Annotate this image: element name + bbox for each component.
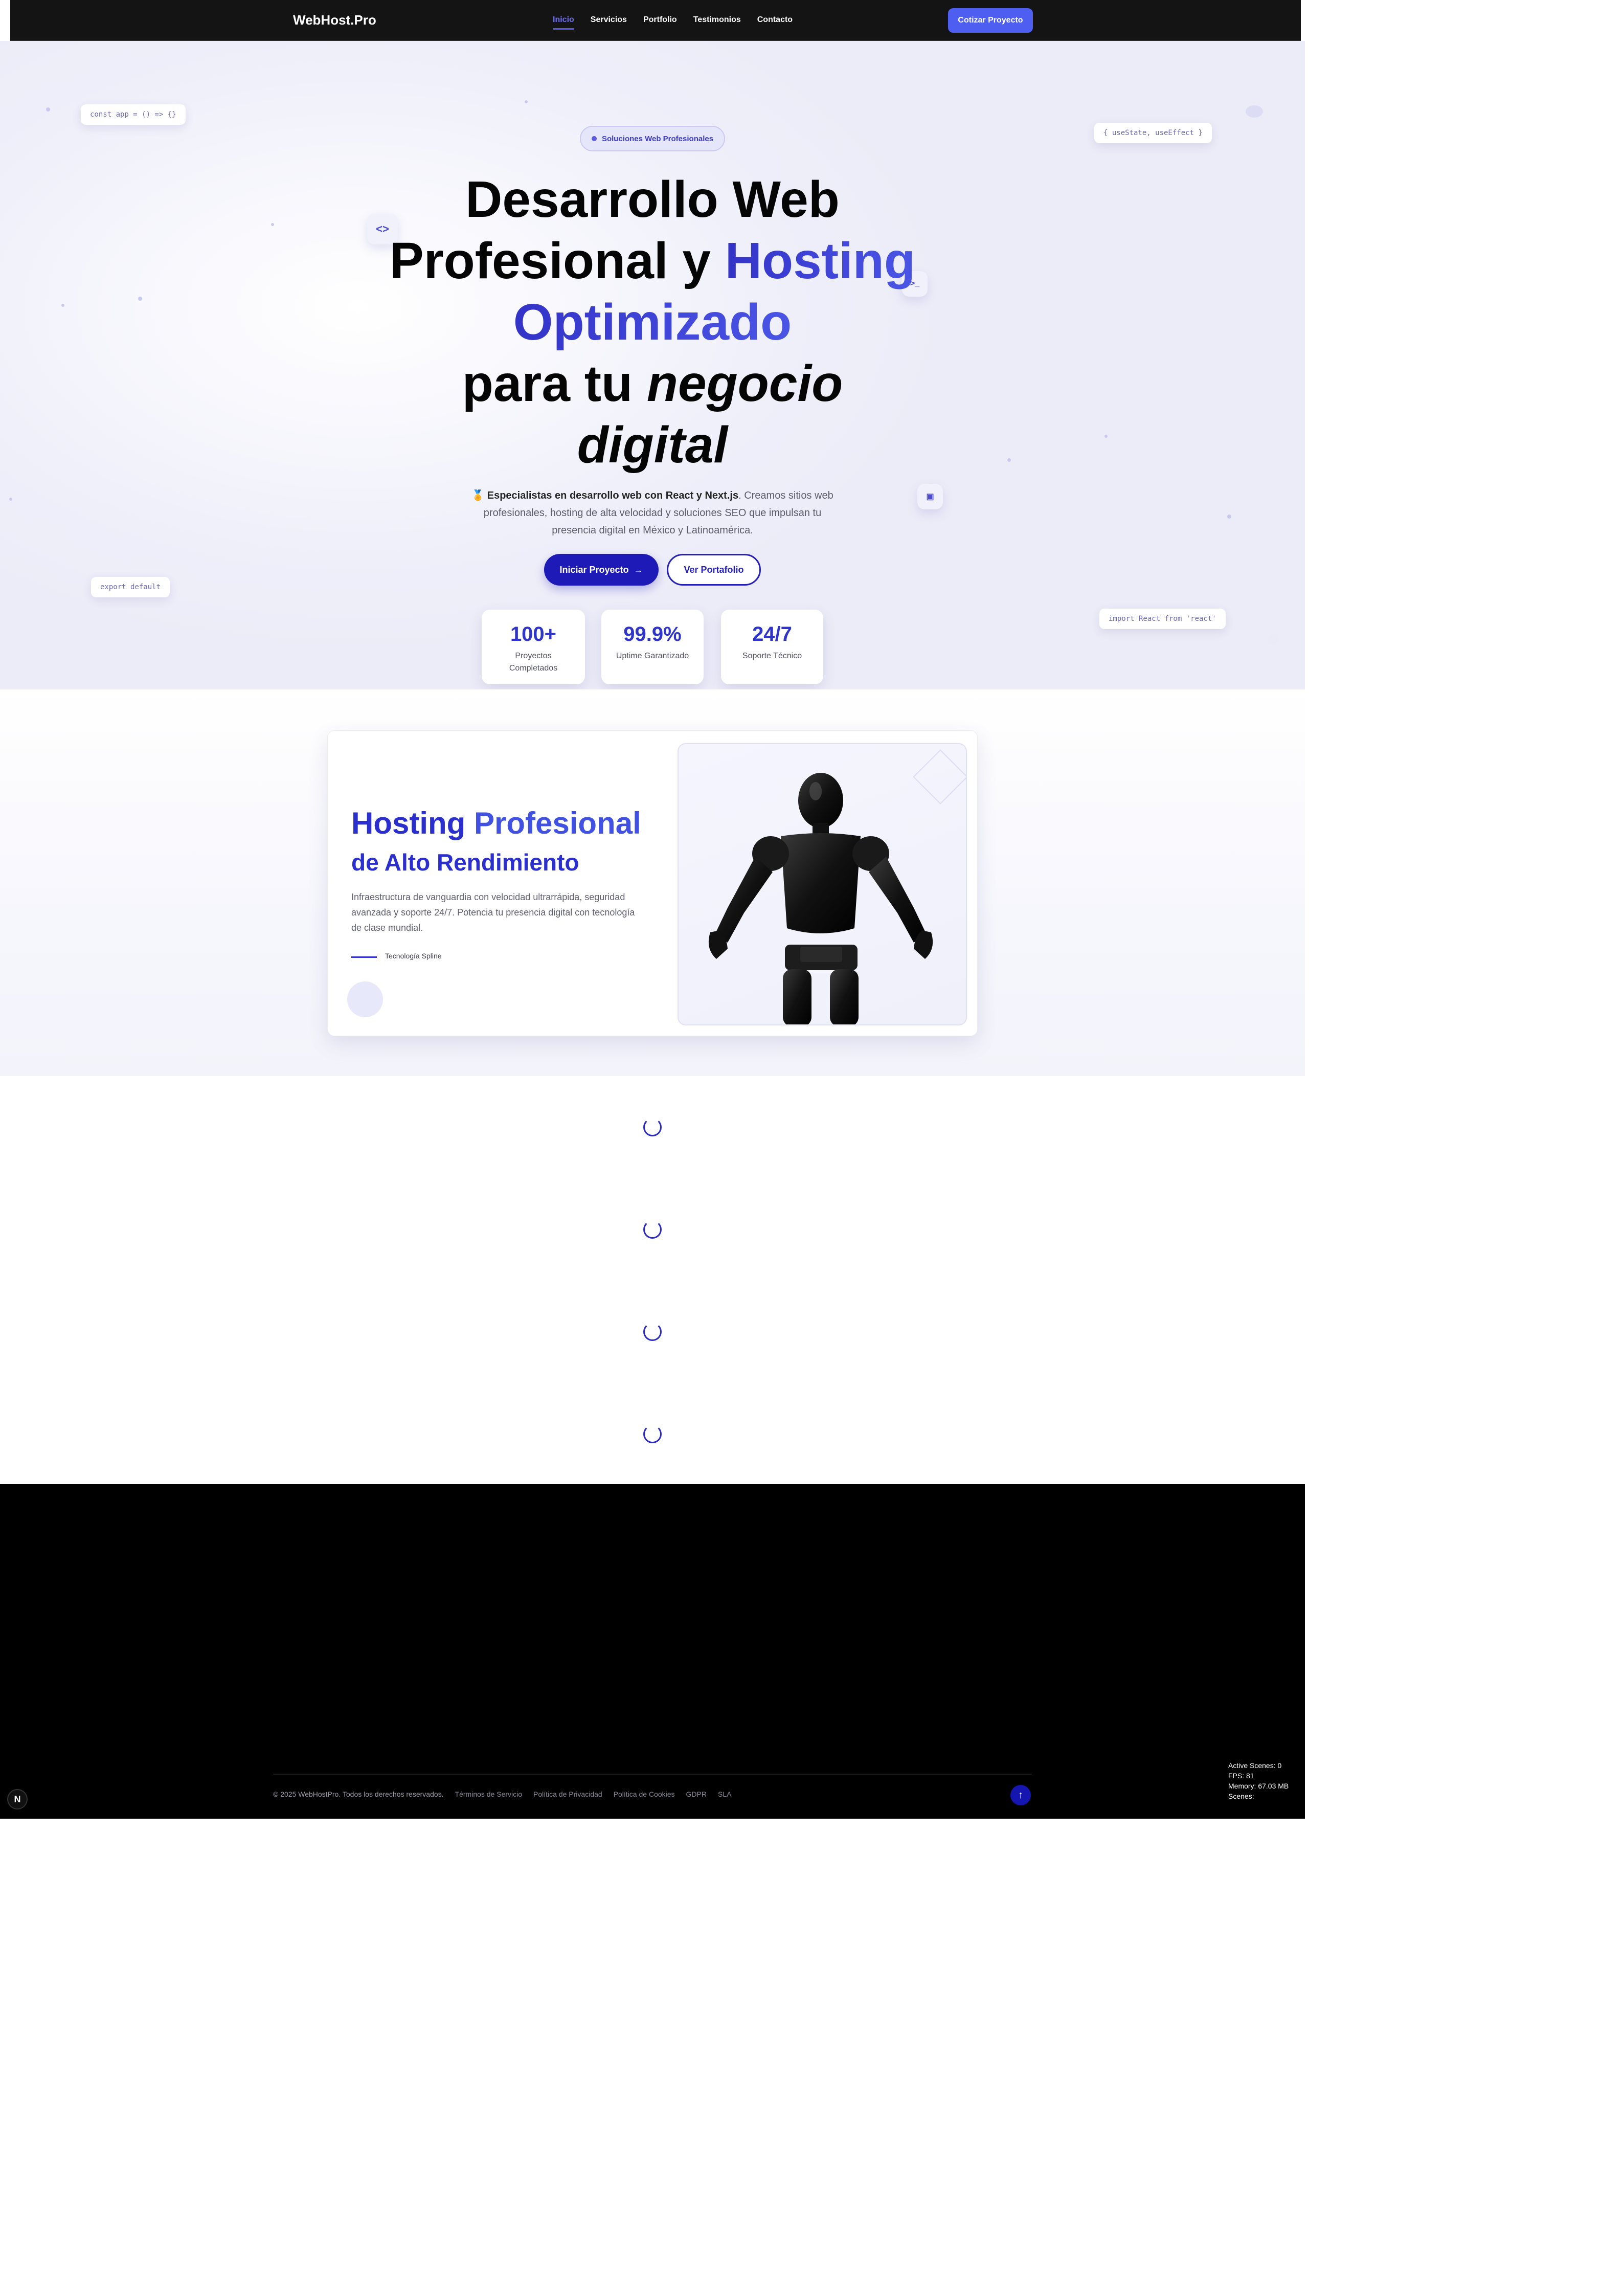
debug-stats-overlay: Active Scenes: 0 FPS: 81 Memory: 67.03 M… xyxy=(1228,1760,1289,1801)
stat-value: 100+ xyxy=(510,623,557,645)
footer-link-terms[interactable]: Términos de Servicio xyxy=(455,1790,523,1798)
hero-title-line-4: para tu negocio xyxy=(0,353,1305,414)
hero-subtitle: 🏅 Especialistas en desarrollo web con Re… xyxy=(460,487,845,539)
tech-label: Tecnología Spline xyxy=(385,952,442,960)
copyright-text: © 2025 WebHostPro. Todos los derechos re… xyxy=(273,1790,444,1798)
overlay-line: FPS: 81 xyxy=(1228,1772,1254,1780)
footer-divider xyxy=(273,1774,1032,1775)
start-project-label: Iniciar Proyecto xyxy=(559,564,629,575)
code-chip-arrow-fn: const app = () => {} xyxy=(81,104,186,125)
hero-title-line-5: digital xyxy=(0,414,1305,476)
title-accent: Hosting xyxy=(725,232,915,289)
hero-title-line-3: Optimizado xyxy=(0,292,1305,353)
decor-dot xyxy=(9,498,12,501)
stat-value: 24/7 xyxy=(752,623,792,645)
decor-dot xyxy=(1227,515,1231,519)
loading-spinner-icon xyxy=(643,1425,662,1443)
hosting-subtitle: de Alto Rendimiento xyxy=(351,849,579,876)
nav-item-contacto[interactable]: Contacto xyxy=(749,15,801,25)
decor-circle xyxy=(347,981,383,1017)
code-chip-import: import React from 'react' xyxy=(1099,609,1226,629)
quote-project-button[interactable]: Cotizar Proyecto xyxy=(948,8,1033,33)
hosting-description: Infraestructura de vanguardia con veloci… xyxy=(351,892,635,933)
title-italic: digital xyxy=(577,416,728,474)
back-to-top-button[interactable]: ↑ xyxy=(1010,1785,1031,1805)
title-accent: Optimizado xyxy=(513,294,792,351)
stat-label: Soporte Técnico xyxy=(742,652,802,660)
hero-section: const app = () => {} { useState, useEffe… xyxy=(0,41,1305,713)
stat-card-support: 24/7 Soporte Técnico xyxy=(721,610,823,684)
nav-item-servicios[interactable]: Servicios xyxy=(582,15,635,25)
decor-dot xyxy=(525,100,528,103)
hero-subtitle-bold: Especialistas en desarrollo web con Reac… xyxy=(487,490,739,501)
chip-icon: ▣ xyxy=(917,484,943,509)
overlay-line: Active Scenes: 0 xyxy=(1228,1761,1282,1770)
nextjs-dev-badge-icon[interactable]: N xyxy=(7,1789,28,1809)
medal-icon: 🏅 xyxy=(471,490,485,501)
stat-value: 99.9% xyxy=(623,623,682,645)
loading-spinner-icon xyxy=(643,1220,662,1239)
footer-link-gdpr[interactable]: GDPR xyxy=(686,1790,707,1798)
view-portfolio-button[interactable]: Ver Portafolio xyxy=(667,554,761,586)
hero-title-line-1: Desarrollo Web xyxy=(0,169,1305,230)
accent-line xyxy=(351,956,377,958)
arrow-right-icon: → xyxy=(634,564,643,575)
hosting-title: Hosting Profesional xyxy=(351,806,641,840)
title-italic: negocio xyxy=(646,355,843,412)
stat-label: Proyectos Completados xyxy=(509,652,558,673)
overlay-line: Scenes: xyxy=(1228,1792,1254,1800)
hosting-card: Hosting Profesional de Alto Rendimiento … xyxy=(327,730,978,1036)
hero-badge: Soluciones Web Profesionales xyxy=(580,126,725,151)
footer-links: © 2025 WebHostPro. Todos los derechos re… xyxy=(273,1790,731,1798)
title-text: Desarrollo Web xyxy=(465,171,840,228)
start-project-button[interactable]: Iniciar Proyecto → xyxy=(544,554,659,586)
hosting-section: Hosting Profesional de Alto Rendimiento … xyxy=(0,689,1305,1076)
nav-item-portfolio[interactable]: Portfolio xyxy=(635,15,685,25)
hero-badge-label: Soluciones Web Profesionales xyxy=(601,134,714,143)
nav-item-testimonios[interactable]: Testimonios xyxy=(685,15,749,25)
brand-logo[interactable]: WebHost.Pro xyxy=(293,12,376,28)
top-navbar: WebHost.Pro Inicio Servicios Portfolio T… xyxy=(10,0,1301,41)
title-text: para tu xyxy=(462,355,633,412)
overlay-line: Memory: 67.03 MB xyxy=(1228,1782,1289,1790)
code-chip-hooks: { useState, useEffect } xyxy=(1094,123,1212,143)
title-text: Profesional y xyxy=(390,232,711,289)
stat-card-uptime: 99.9% Uptime Garantizado xyxy=(601,610,704,684)
footer-link-cookies[interactable]: Política de Cookies xyxy=(614,1790,675,1798)
decor-bubble xyxy=(1246,105,1263,118)
footer: © 2025 WebHostPro. Todos los derechos re… xyxy=(0,1484,1305,1819)
robot-3d-viewport[interactable] xyxy=(678,743,967,1025)
footer-link-sla[interactable]: SLA xyxy=(718,1790,731,1798)
stat-card-projects: 100+ Proyectos Completados xyxy=(482,610,585,684)
loading-spinner-icon xyxy=(643,1118,662,1136)
footer-link-privacy[interactable]: Política de Privacidad xyxy=(533,1790,602,1798)
code-chip-export: export default xyxy=(91,577,170,597)
decor-dot xyxy=(46,107,50,111)
nav-menu: Inicio Servicios Portfolio Testimonios C… xyxy=(545,15,801,30)
decor-bubble xyxy=(1268,634,1279,645)
nav-item-inicio[interactable]: Inicio xyxy=(545,15,582,30)
hero-title-line-2: Profesional y Hosting xyxy=(0,230,1305,292)
sparkle-icon xyxy=(591,136,597,141)
loading-spinner-icon xyxy=(643,1323,662,1341)
stat-label: Uptime Garantizado xyxy=(616,652,689,660)
